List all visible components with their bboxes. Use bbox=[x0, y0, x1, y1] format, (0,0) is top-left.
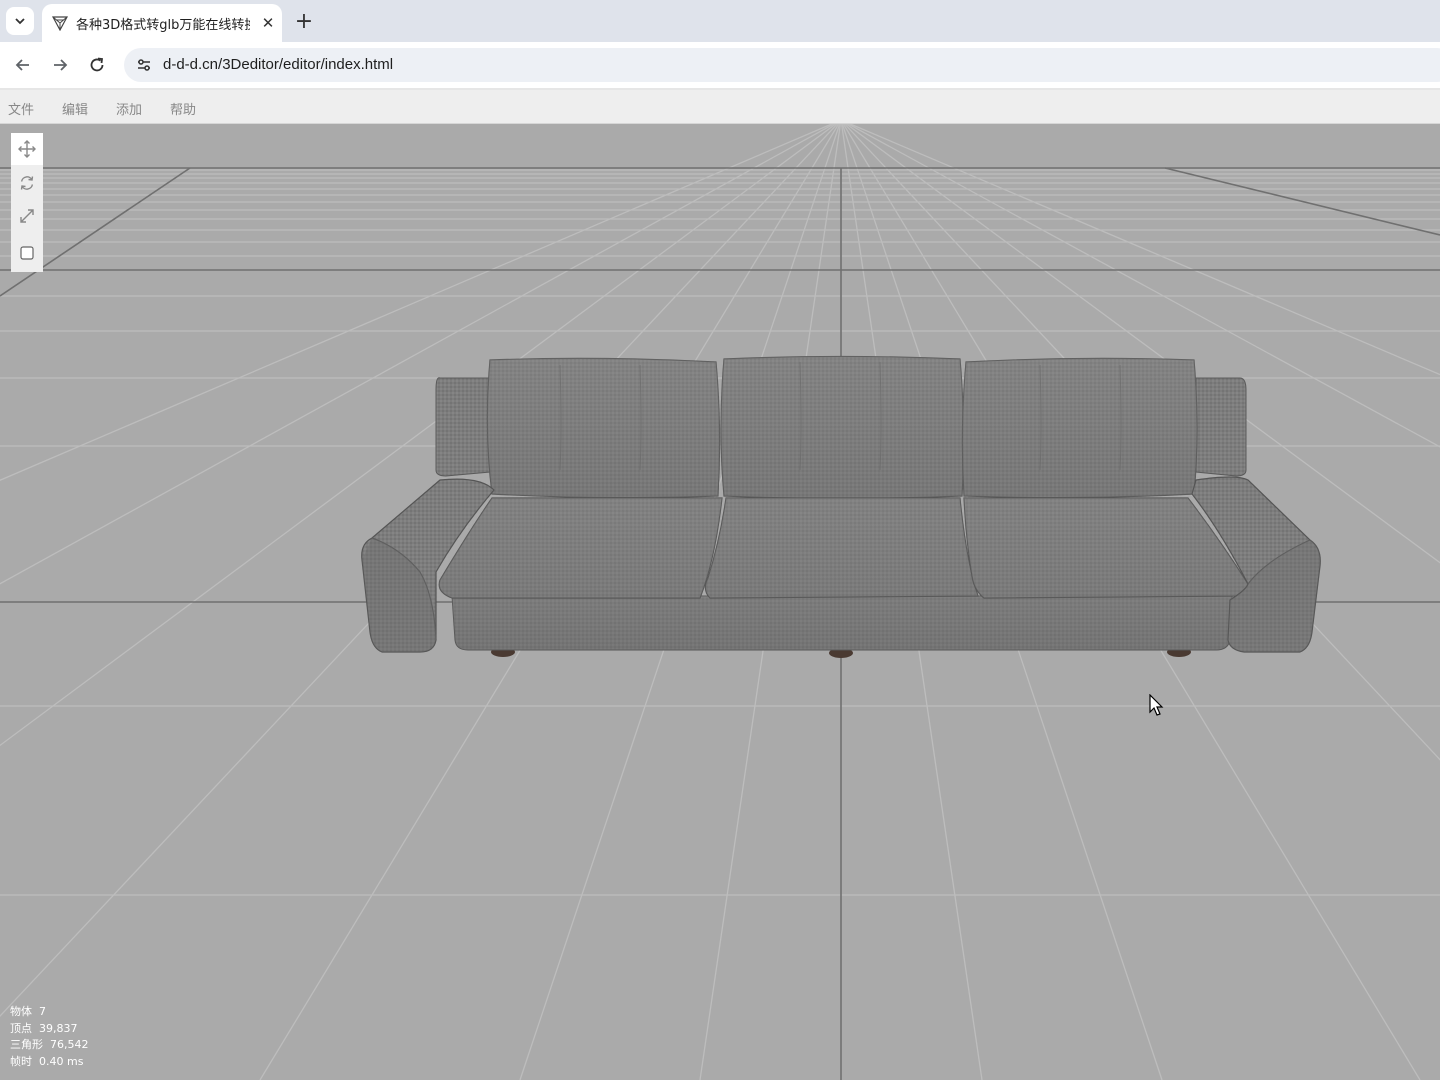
site-favicon-icon bbox=[52, 16, 68, 31]
local-space-checkbox[interactable] bbox=[11, 237, 43, 269]
tune-icon bbox=[138, 59, 150, 71]
info-vertices: 顶点 39,837 bbox=[10, 1021, 89, 1038]
arrow-right-icon bbox=[54, 59, 68, 71]
info-objects: 物体 7 bbox=[10, 1004, 89, 1021]
objects-value: 7 bbox=[39, 1005, 46, 1018]
scale-button[interactable] bbox=[11, 200, 43, 232]
triangles-value: 76,542 bbox=[50, 1038, 89, 1052]
frametime-label: 帧时 bbox=[10, 1054, 32, 1068]
editor-menubar: 文件 编辑 添加 帮助 bbox=[0, 90, 1440, 124]
chevron-down-icon bbox=[15, 18, 25, 25]
address-bar[interactable]: d-d-d.cn/3Deditor/editor/index.html bbox=[124, 48, 1440, 82]
triangles-label: 三角形 bbox=[10, 1038, 43, 1052]
menu-add[interactable]: 添加 bbox=[116, 99, 142, 118]
mouse-cursor-icon bbox=[1149, 694, 1164, 716]
scale-icon bbox=[20, 209, 34, 223]
menu-help[interactable]: 帮助 bbox=[170, 99, 196, 118]
info-triangles: 三角形 76,542 bbox=[10, 1037, 89, 1054]
viewport-3d[interactable] bbox=[0, 124, 1440, 1080]
reload-button[interactable] bbox=[83, 51, 111, 79]
rotate-icon bbox=[20, 176, 34, 190]
site-info-button[interactable] bbox=[132, 53, 156, 77]
vertices-value: 39,837 bbox=[39, 1021, 78, 1035]
scene-canvas[interactable] bbox=[0, 124, 1440, 1080]
menu-edit[interactable]: 编辑 bbox=[62, 99, 88, 118]
sofa-model[interactable] bbox=[361, 355, 1321, 659]
forward-button[interactable] bbox=[46, 51, 74, 79]
tab-active[interactable]: 各种3D格式转glb万能在线转换 ✕ bbox=[42, 4, 282, 42]
frametime-value: 0.40 ms bbox=[39, 1054, 84, 1068]
checkbox-icon bbox=[20, 246, 34, 260]
scene-info-panel: 物体 7 顶点 39,837 三角形 76,542 帧时 0.40 ms bbox=[10, 1004, 89, 1070]
browser-toolbar: d-d-d.cn/3Deditor/editor/index.html bbox=[0, 42, 1440, 88]
back-button[interactable] bbox=[9, 51, 37, 79]
close-tab-icon[interactable]: ✕ bbox=[258, 13, 278, 33]
arrow-left-icon bbox=[15, 59, 29, 71]
url-text: d-d-d.cn/3Deditor/editor/index.html bbox=[163, 56, 394, 73]
tab-title: 各种3D格式转glb万能在线转换 bbox=[76, 17, 250, 33]
translate-button[interactable] bbox=[11, 133, 43, 165]
browser-tab-bar: 各种3D格式转glb万能在线转换 ✕ + bbox=[0, 0, 1440, 42]
vertices-label: 顶点 bbox=[10, 1021, 32, 1035]
tab-search-button[interactable] bbox=[6, 7, 34, 35]
new-tab-button[interactable]: + bbox=[292, 9, 316, 34]
objects-label: 物体 bbox=[10, 1005, 32, 1018]
menu-file[interactable]: 文件 bbox=[8, 99, 34, 118]
transform-toolbar bbox=[11, 133, 43, 272]
info-frametime: 帧时 0.40 ms bbox=[10, 1054, 89, 1071]
reload-icon bbox=[90, 57, 104, 72]
rotate-button[interactable] bbox=[11, 167, 43, 199]
move-icon bbox=[18, 140, 36, 158]
